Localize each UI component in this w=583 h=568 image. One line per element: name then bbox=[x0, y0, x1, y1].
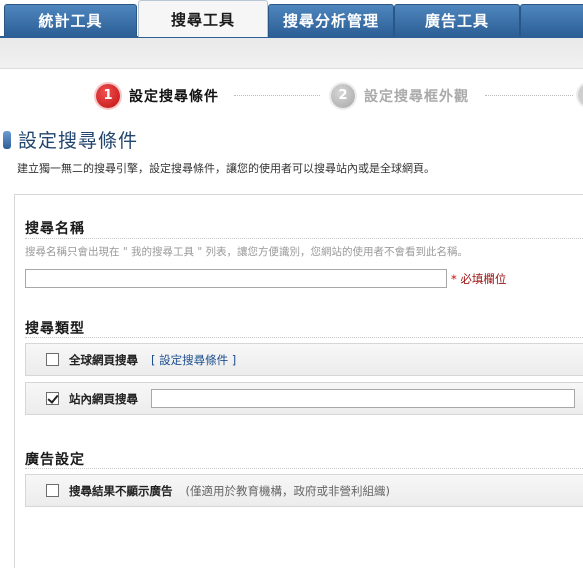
step-1: 1 設定搜尋條件 bbox=[96, 83, 219, 109]
tab-bar-filler bbox=[520, 4, 583, 36]
page-title-text: 設定搜尋條件 bbox=[18, 130, 139, 152]
site-url-input[interactable] bbox=[151, 389, 575, 408]
tab-underline bbox=[0, 36, 583, 38]
step-2: 2 設定搜尋框外觀 bbox=[331, 83, 469, 109]
tab-statistics-tools[interactable]: 統計工具 bbox=[4, 4, 137, 36]
step-1-number: 1 bbox=[96, 84, 120, 108]
hide-ads-checkbox-icon[interactable] bbox=[46, 484, 59, 497]
search-name-input[interactable] bbox=[25, 269, 447, 288]
step-connector bbox=[234, 95, 320, 96]
hide-ads-note: (僅適用於教育機構，政府或非營利組織) bbox=[185, 483, 390, 498]
step-3-circle bbox=[578, 83, 583, 107]
hide-ads-label[interactable]: 搜尋結果不顯示廣告 bbox=[69, 483, 173, 499]
search-name-heading: 搜尋名稱 bbox=[25, 221, 85, 237]
configure-search-link[interactable]: [ 設定搜尋條件 ] bbox=[151, 352, 236, 368]
tab-search-tools[interactable]: 搜尋工具 bbox=[138, 0, 268, 37]
section-divider bbox=[25, 238, 583, 239]
page-description: 建立獨一無二的搜尋引擎，設定搜尋條件，讓您的使用者可以搜尋站內或是全球網頁。 bbox=[17, 162, 435, 175]
required-text: 必填欄位 bbox=[460, 272, 507, 286]
section-divider bbox=[25, 337, 583, 338]
site-search-label[interactable]: 站內網頁搜尋 bbox=[69, 391, 138, 407]
tab-search-analytics[interactable]: 搜尋分析管理 bbox=[268, 4, 394, 36]
tab-bar: 統計工具 搜尋工具 搜尋分析管理 廣告工具 bbox=[0, 0, 583, 38]
required-field-note: * 必填欄位 bbox=[451, 271, 506, 287]
option-hide-ads: 搜尋結果不顯示廣告 (僅適用於教育機構，政府或非營利組織) bbox=[25, 474, 583, 507]
page-title: 設定搜尋條件 bbox=[3, 126, 138, 153]
option-global-search: 全球網頁搜尋 [ 設定搜尋條件 ] bbox=[25, 343, 583, 376]
title-marker-icon bbox=[3, 130, 11, 149]
search-type-heading: 搜尋類型 bbox=[25, 321, 85, 337]
section-divider bbox=[25, 468, 583, 469]
sub-toolbar bbox=[0, 38, 583, 69]
search-name-hint: 搜尋名稱只會出現在 " 我的搜尋工具 " 列表，讓您方便識別，您網站的使用者不會… bbox=[25, 246, 469, 258]
step-connector bbox=[485, 95, 573, 96]
global-search-checkbox-icon[interactable] bbox=[46, 353, 59, 366]
step-2-label: 設定搜尋框外觀 bbox=[364, 89, 469, 105]
site-search-checkbox-icon[interactable] bbox=[46, 392, 59, 405]
required-star: * bbox=[451, 272, 457, 286]
tab-ad-tools[interactable]: 廣告工具 bbox=[394, 4, 520, 36]
option-site-search: 站內網頁搜尋 bbox=[25, 382, 583, 415]
ad-settings-heading: 廣告設定 bbox=[25, 452, 85, 468]
global-search-label[interactable]: 全球網頁搜尋 bbox=[69, 352, 138, 368]
step-1-label: 設定搜尋條件 bbox=[129, 89, 219, 105]
step-2-number: 2 bbox=[331, 84, 355, 108]
